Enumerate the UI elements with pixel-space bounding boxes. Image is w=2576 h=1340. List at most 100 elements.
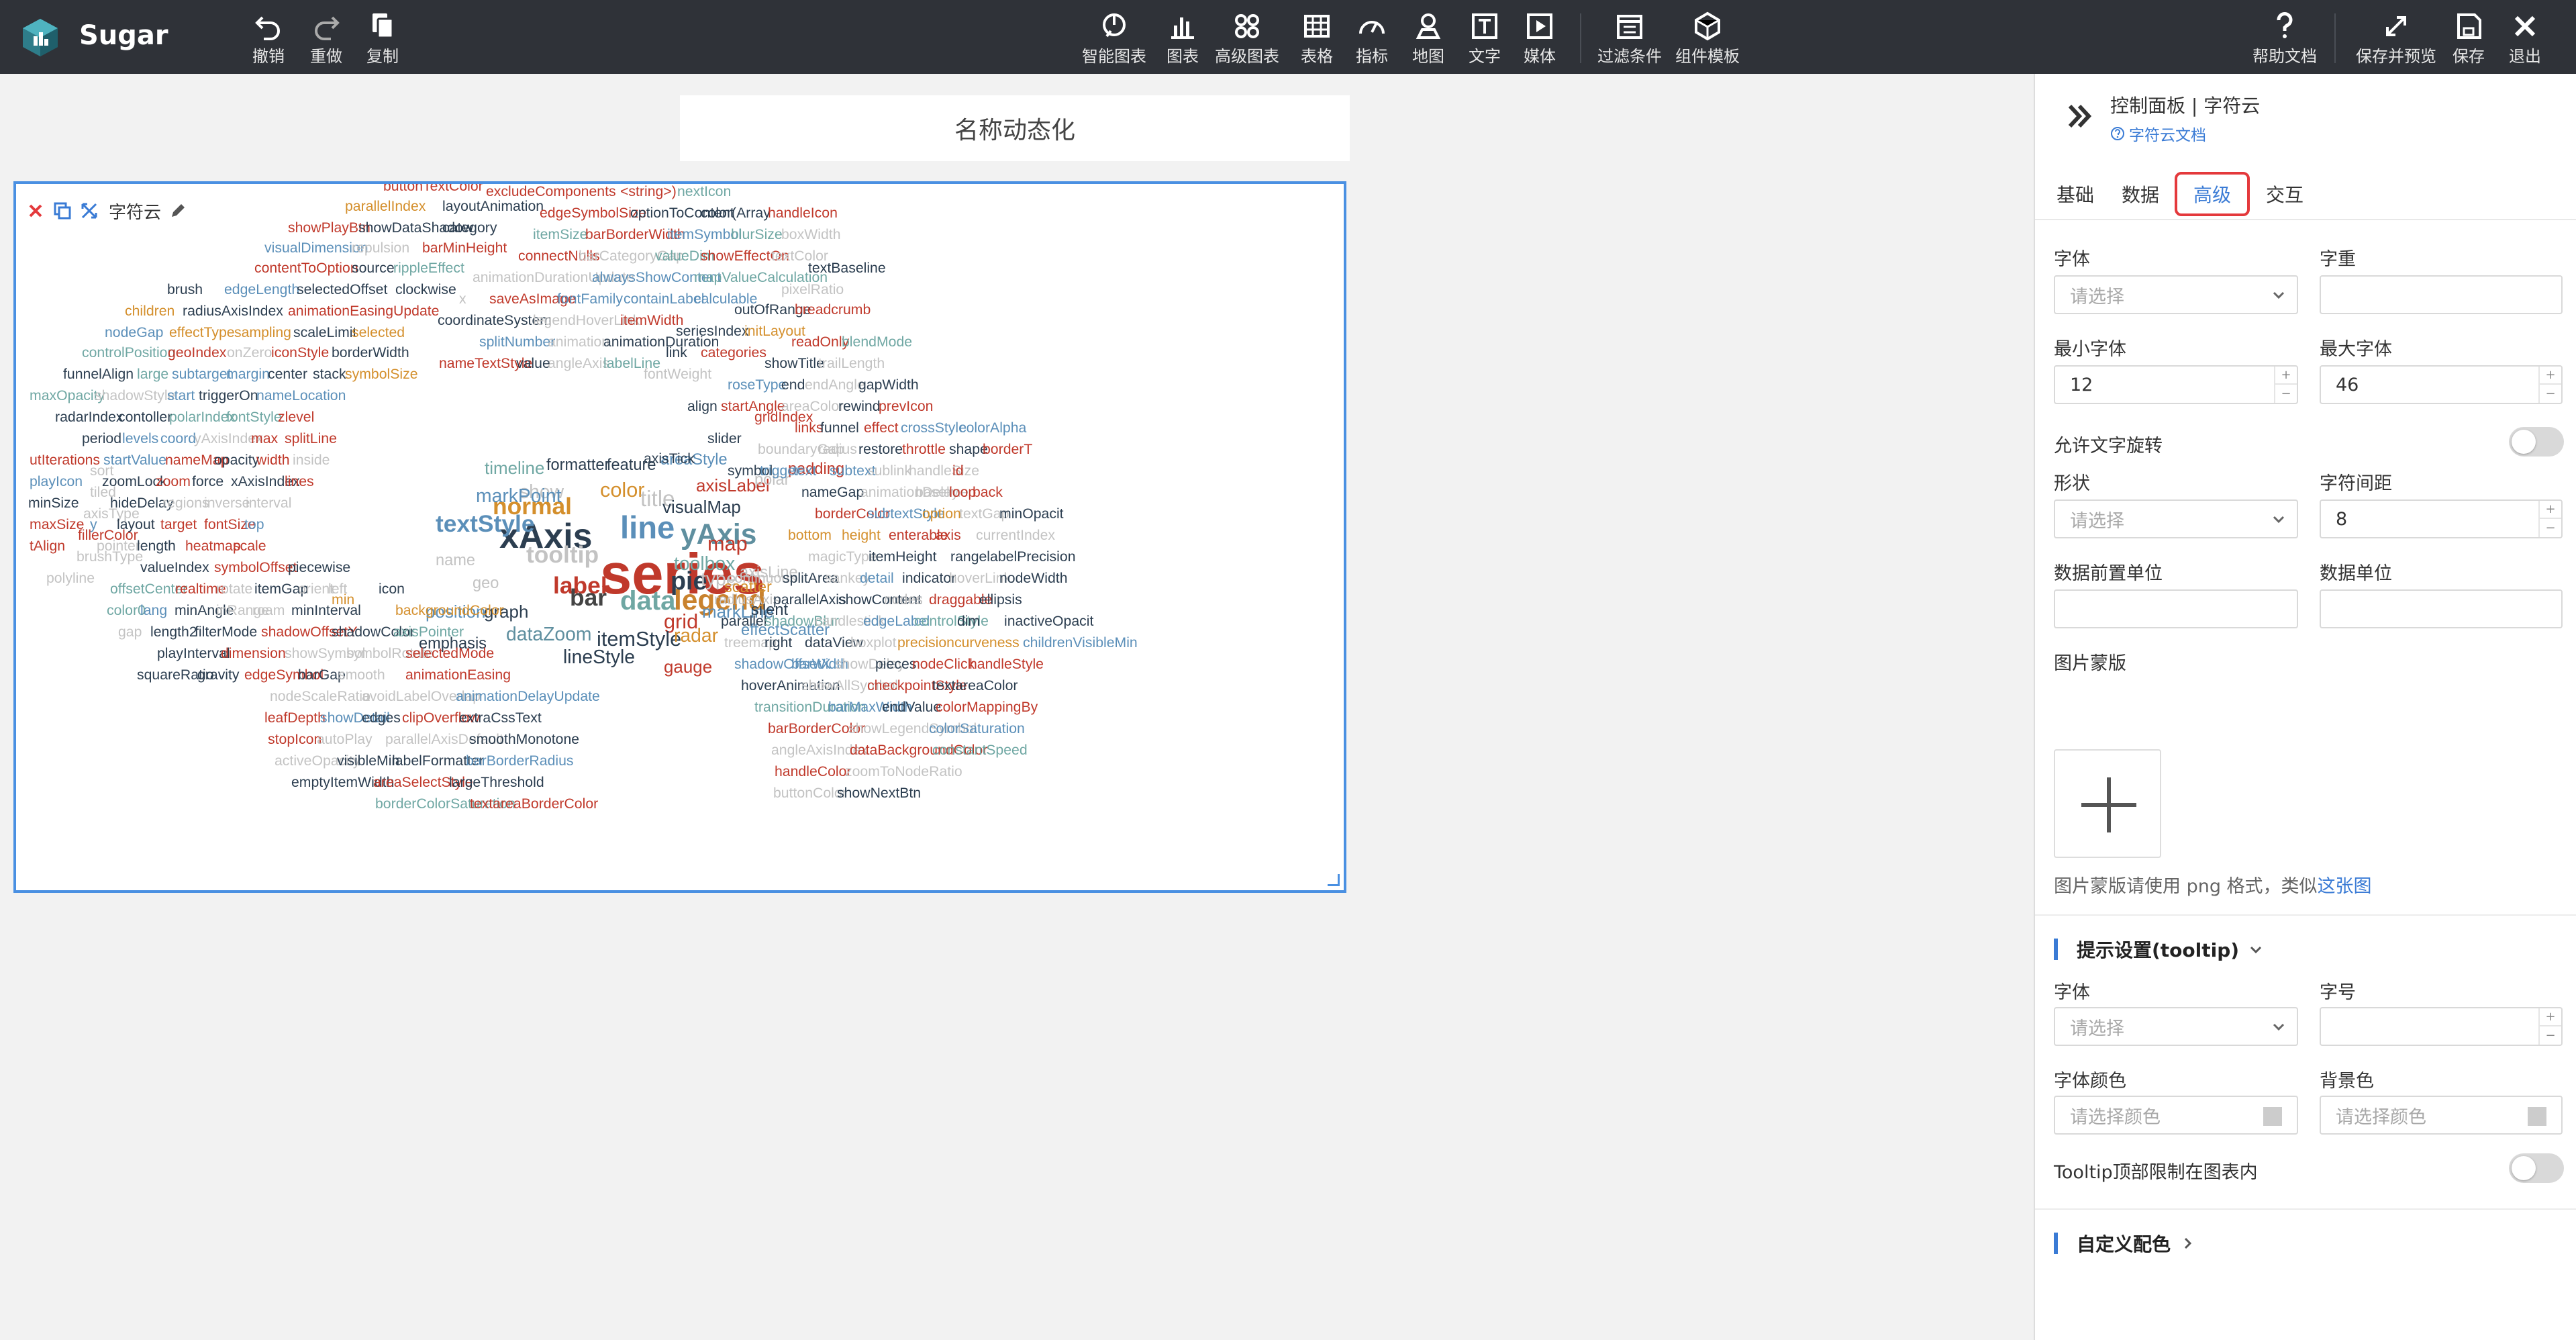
max-font-input[interactable]: 46 + − <box>2320 365 2563 404</box>
wordcloud-word[interactable]: tooltip <box>526 541 599 568</box>
wordcloud-word[interactable]: textStyle <box>436 510 535 537</box>
wordcloud-word[interactable]: axis <box>936 527 961 543</box>
wordcloud-word[interactable]: dimension <box>221 645 286 661</box>
wordcloud-word[interactable]: right <box>764 634 792 651</box>
wordcloud-word[interactable]: pixelRatio <box>781 281 844 297</box>
wordcloud-word[interactable]: magicType <box>808 548 877 565</box>
wordcloud-word[interactable]: showTitle <box>764 355 824 371</box>
wordcloud-word[interactable]: nameGap <box>801 484 864 500</box>
tooltip-size-input[interactable]: + − <box>2320 1007 2563 1046</box>
wordcloud-word[interactable]: value <box>516 355 550 371</box>
wordcloud-word[interactable]: geoIndex <box>168 344 227 361</box>
min-font-stepper[interactable]: + − <box>2274 367 2297 403</box>
wordcloud-doc-link[interactable]: 字符云文档 <box>2110 122 2206 145</box>
wordcloud-word[interactable]: max <box>251 430 278 446</box>
wordcloud-word[interactable]: symbolSize <box>345 366 418 382</box>
wordcloud-word[interactable]: zoom <box>156 473 191 489</box>
increment-icon[interactable]: + <box>2540 501 2561 519</box>
wordcloud-word[interactable]: bar <box>570 584 607 611</box>
wordcloud-word[interactable]: excludeComponents <box>486 184 616 199</box>
tooltip-font-select[interactable]: 请选择 <box>2054 1007 2298 1046</box>
wordcloud-word[interactable]: center <box>268 366 307 382</box>
wordcloud-word[interactable]: fontWeight <box>644 366 711 382</box>
dashboard-title[interactable]: 名称动态化 <box>680 95 1350 161</box>
wordcloud-word[interactable]: inverse <box>204 495 250 511</box>
wordcloud-word[interactable]: smooth <box>338 667 385 683</box>
wordcloud-word[interactable]: id <box>952 463 964 479</box>
wordcloud-word[interactable]: inactiveOpacit <box>1004 613 1093 629</box>
spacing-stepper[interactable]: + − <box>2538 501 2561 537</box>
wordcloud-word[interactable]: start <box>167 387 195 403</box>
wordcloud-word[interactable]: radius <box>818 441 857 457</box>
wordcloud-word[interactable]: regions <box>162 495 209 511</box>
wordcloud-word[interactable]: minSize <box>28 495 79 511</box>
wordcloud-word[interactable]: gravity <box>197 667 240 683</box>
wordcloud-word[interactable]: radiusAxis <box>714 591 780 608</box>
wordcloud-word[interactable]: formatter <box>546 457 610 474</box>
wordcloud-word[interactable]: color <box>600 478 644 501</box>
wordcloud-word[interactable]: constantSpeed <box>932 742 1028 758</box>
decrement-icon[interactable]: − <box>2275 385 2297 403</box>
wordcloud-word[interactable]: trailLength <box>818 355 885 371</box>
wordcloud-word[interactable]: length2 <box>150 624 197 640</box>
delete-icon[interactable] <box>26 201 46 221</box>
min-font-input[interactable]: 12 + − <box>2054 365 2298 404</box>
wordcloud-word[interactable]: playIcon <box>30 473 83 489</box>
wordcloud-word[interactable]: smoothMonotone <box>469 731 579 747</box>
max-font-stepper[interactable]: + − <box>2538 367 2561 403</box>
wordcloud-word[interactable]: shadowStyle <box>95 387 175 403</box>
wordcloud-word[interactable]: splitLine <box>285 430 337 446</box>
wordcloud-word[interactable]: rangelabelPrecision <box>950 548 1076 565</box>
wordcloud-word[interactable]: brush <box>167 281 203 297</box>
wordcloud-word[interactable]: dataZoom <box>506 624 591 645</box>
wordcloud-word[interactable]: min <box>332 591 354 608</box>
wordcloud-word[interactable]: end <box>781 377 805 393</box>
duplicate-icon[interactable] <box>52 201 72 221</box>
wordcloud-word[interactable]: gauge <box>664 657 712 677</box>
wordcloud-word[interactable]: links <box>795 420 823 436</box>
filter-button[interactable]: 过滤条件 <box>1597 11 1662 67</box>
wordcloud-word[interactable]: stopIcon <box>268 731 321 747</box>
wordcloud-word[interactable]: endValue <box>882 699 941 715</box>
wordcloud-word[interactable]: triggerOn <box>199 387 258 403</box>
fullscreen-icon[interactable] <box>79 201 99 221</box>
wordcloud-word[interactable]: autoPlay <box>317 731 373 747</box>
component-template-button[interactable]: 组件模板 <box>1675 11 1740 67</box>
wordcloud-word[interactable]: clockwise <box>395 281 456 297</box>
wordcloud-word[interactable]: scaleLimit <box>293 324 357 340</box>
wordcloud-word[interactable]: bottom <box>788 527 832 543</box>
wordcloud-word[interactable]: children <box>125 303 175 319</box>
wordcloud-word[interactable]: nodeWidth <box>999 570 1068 586</box>
wordcloud-word[interactable]: option <box>922 506 961 522</box>
wordcloud-word[interactable]: maxOpacity <box>30 387 105 403</box>
wordcloud-word[interactable]: endAngle <box>805 377 865 393</box>
wordcloud-word[interactable]: radar <box>674 625 718 647</box>
wordcloud-word[interactable]: edgeLength <box>224 281 299 297</box>
wordcloud-word[interactable]: repulsion <box>352 240 409 256</box>
wordcloud-word[interactable]: rippleEffect <box>393 260 464 276</box>
wordcloud-word[interactable]: brushType <box>77 548 143 565</box>
wordcloud-word[interactable]: rotate <box>216 581 252 597</box>
tab-advanced[interactable]: 高级 <box>2175 172 2250 216</box>
wordcloud-word[interactable]: subtarget <box>172 366 232 382</box>
resize-handle[interactable] <box>1328 874 1340 886</box>
wordcloud-word[interactable]: minOpacit <box>999 506 1064 522</box>
wordcloud-word[interactable]: largeThreshold <box>449 774 544 790</box>
wordcloud-word[interactable]: borderWidth <box>332 344 409 361</box>
wordcloud-word[interactable]: prevIcon <box>879 398 933 414</box>
wordcloud-word[interactable]: markPoint <box>476 485 562 507</box>
wordcloud-word[interactable]: source <box>352 260 395 276</box>
wordcloud-word[interactable]: onZero <box>227 344 272 361</box>
wordcloud-word[interactable]: buttonColor <box>773 785 847 801</box>
wordcloud-word[interactable]: barBorderRadius <box>466 753 574 769</box>
media-button[interactable]: 媒体 <box>1524 11 1556 67</box>
custom-color-section-header[interactable]: 自定义配色 <box>2054 1230 2195 1257</box>
wordcloud-word[interactable]: showNextBtn <box>837 785 921 801</box>
wordcloud-word[interactable]: width <box>256 452 290 468</box>
wordcloud-word[interactable]: fontStyle <box>226 409 282 425</box>
text-button[interactable]: 文字 <box>1469 11 1501 67</box>
wordcloud-word[interactable]: itemWidth <box>620 312 683 328</box>
wordcloud-word[interactable]: map <box>707 532 748 555</box>
wordcloud-word[interactable]: indicator <box>902 570 956 586</box>
table-button[interactable]: 表格 <box>1301 11 1333 67</box>
